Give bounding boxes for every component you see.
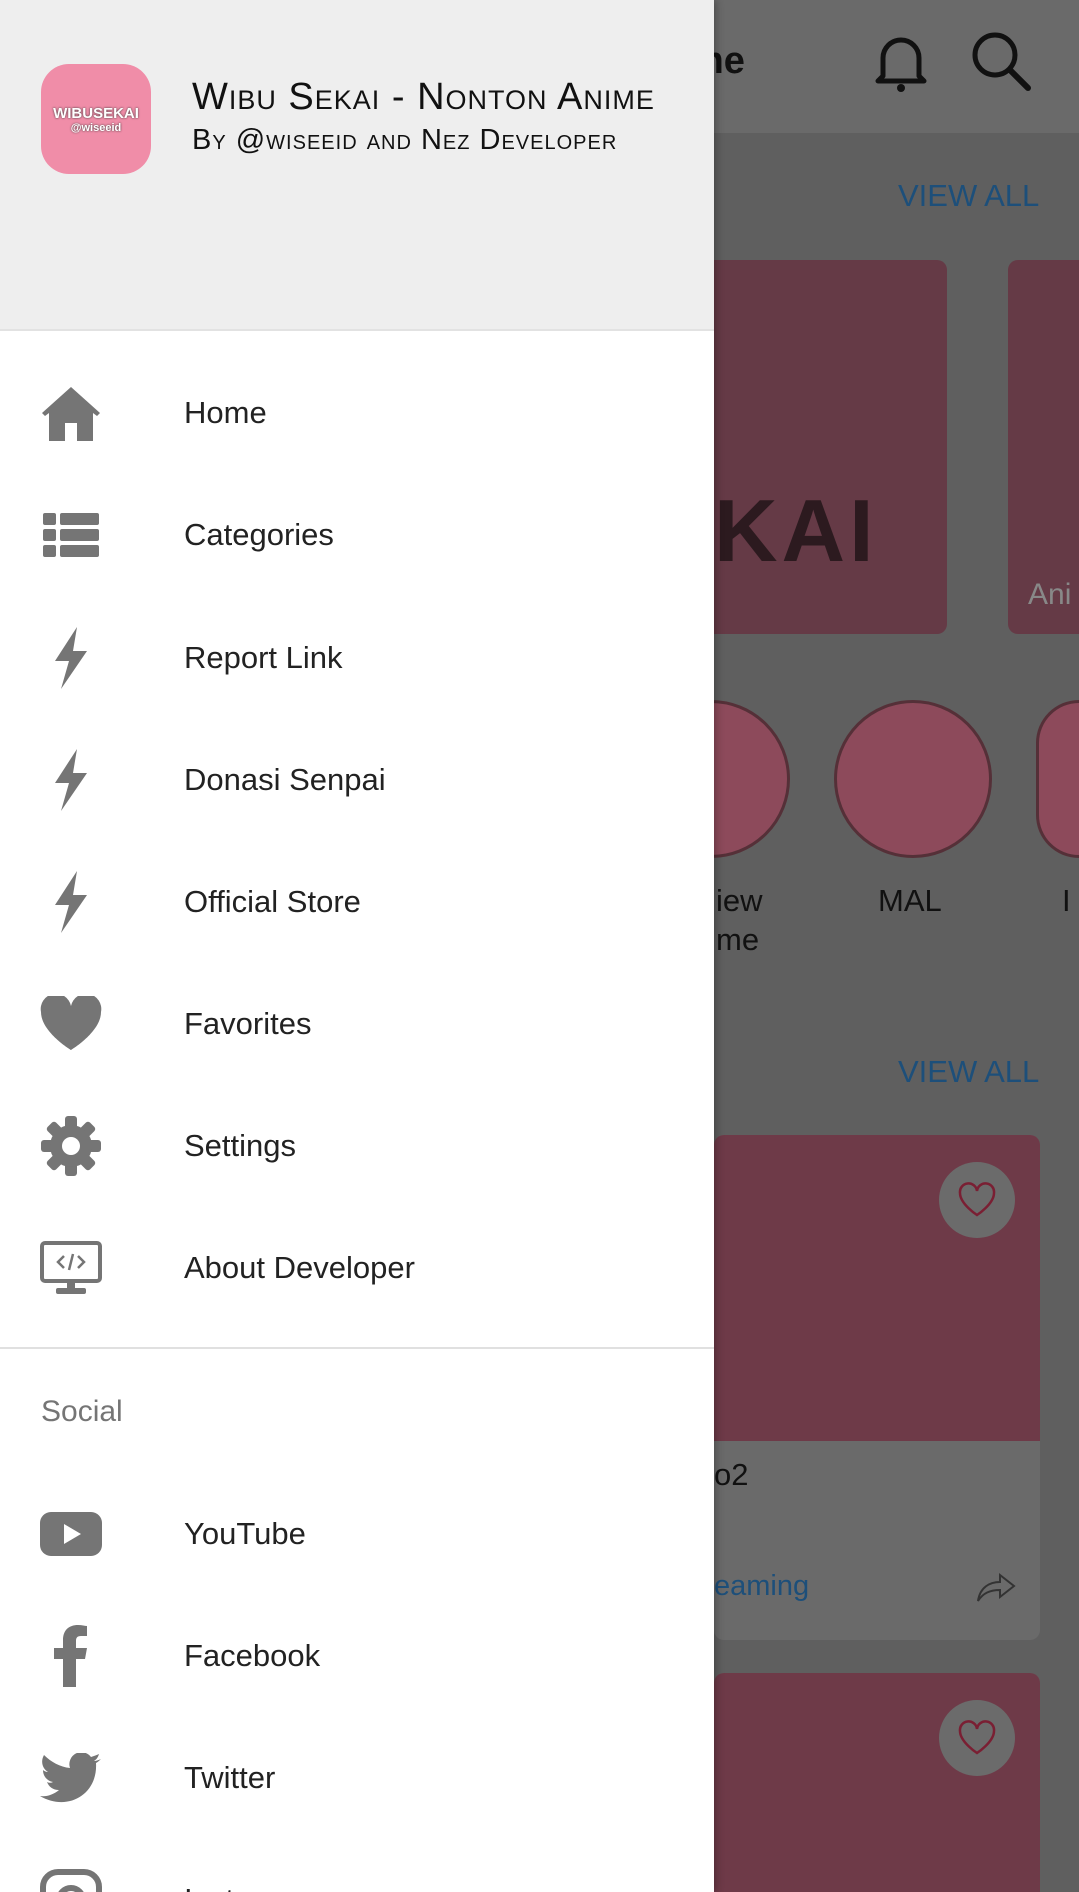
menu-item-youtube[interactable]: YouTube xyxy=(0,1479,714,1589)
list-icon xyxy=(40,504,102,566)
menu-item-label: About Developer xyxy=(184,1250,415,1285)
anime-thumbnail xyxy=(714,1135,1040,1441)
heart-outline-icon xyxy=(958,1720,996,1755)
menu-item-report-link[interactable]: Report Link xyxy=(0,603,714,713)
drawer-header: WIBUSEKAI @wiseeid Wibu Sekai - Nonton A… xyxy=(0,0,714,331)
bolt-icon xyxy=(40,627,102,689)
instagram-icon xyxy=(40,1869,102,1892)
category-label: I xyxy=(1062,883,1071,918)
anime-thumbnail xyxy=(714,1673,1040,1892)
youtube-icon xyxy=(40,1503,102,1565)
banner-card[interactable]: KAI xyxy=(700,260,947,634)
menu-item-label: Settings xyxy=(184,1128,297,1163)
menu-item-label: Favorites xyxy=(184,1006,312,1041)
logo-subtext: @wiseeid xyxy=(70,121,122,134)
view-all-link[interactable]: VIEW ALL xyxy=(898,178,1039,214)
menu-item-label: Donasi Senpai xyxy=(184,762,386,797)
menu-item-label: Home xyxy=(184,395,267,430)
banner-text: KAI xyxy=(714,481,878,580)
bolt-icon xyxy=(40,871,102,933)
monitor-code-icon xyxy=(40,1237,102,1299)
menu-item-settings[interactable]: Settings xyxy=(0,1091,714,1201)
menu-item-label: Instagram xyxy=(184,1882,322,1892)
divider xyxy=(0,1347,714,1349)
menu-item-official-store[interactable]: Official Store xyxy=(0,847,714,957)
heart-icon xyxy=(40,993,102,1055)
menu-item-instagram[interactable]: Instagram xyxy=(0,1845,714,1892)
category-label: MAL xyxy=(878,883,942,918)
facebook-icon xyxy=(40,1625,102,1687)
menu-item-home[interactable]: Home xyxy=(0,358,714,468)
menu-item-label: YouTube xyxy=(184,1516,306,1551)
menu-item-categories[interactable]: Categories xyxy=(0,480,714,590)
card-link[interactable]: eaming xyxy=(714,1570,809,1603)
share-icon[interactable] xyxy=(976,1567,1016,1608)
favorite-button[interactable] xyxy=(939,1700,1015,1776)
bolt-icon xyxy=(40,749,102,811)
navigation-drawer: WIBUSEKAI @wiseeid Wibu Sekai - Nonton A… xyxy=(0,0,714,1892)
favorite-button[interactable] xyxy=(939,1162,1015,1238)
logo-text: WIBUSEKAI xyxy=(53,104,139,122)
category-circle[interactable] xyxy=(834,700,992,858)
category-circle[interactable] xyxy=(1036,700,1079,858)
app-subtitle: By @wiseeid and Nez Developer xyxy=(192,124,618,156)
bell-icon[interactable] xyxy=(873,30,929,99)
menu-item-label: Twitter xyxy=(184,1760,276,1795)
anime-card[interactable] xyxy=(714,1673,1040,1892)
menu-item-label: Categories xyxy=(184,517,334,552)
menu-item-label: Report Link xyxy=(184,640,343,675)
menu-item-donasi-senpai[interactable]: Donasi Senpai xyxy=(0,725,714,835)
card-title: o2 xyxy=(714,1457,749,1492)
menu-item-twitter[interactable]: Twitter xyxy=(0,1723,714,1833)
heart-outline-icon xyxy=(958,1182,996,1217)
anime-card[interactable]: o2 eaming xyxy=(714,1135,1040,1640)
menu-item-facebook[interactable]: Facebook xyxy=(0,1601,714,1711)
menu-item-favorites[interactable]: Favorites xyxy=(0,969,714,1079)
view-all-link[interactable]: VIEW ALL xyxy=(898,1054,1039,1090)
home-icon xyxy=(40,382,102,444)
gear-icon xyxy=(40,1115,102,1177)
section-header-social: Social xyxy=(41,1395,123,1428)
category-label: iew xyxy=(716,883,763,918)
search-icon[interactable] xyxy=(970,30,1032,99)
banner-caption: Ani xyxy=(1028,578,1072,611)
app-title: Wibu Sekai - Nonton Anime xyxy=(192,76,655,118)
menu-item-label: Official Store xyxy=(184,884,361,919)
category-label: me xyxy=(716,922,760,957)
menu-item-about-developer[interactable]: About Developer xyxy=(0,1213,714,1323)
banner-card[interactable]: Ani xyxy=(1008,260,1079,634)
menu-item-label: Facebook xyxy=(184,1638,321,1673)
app-logo: WIBUSEKAI @wiseeid xyxy=(41,64,151,174)
twitter-icon xyxy=(40,1747,102,1809)
